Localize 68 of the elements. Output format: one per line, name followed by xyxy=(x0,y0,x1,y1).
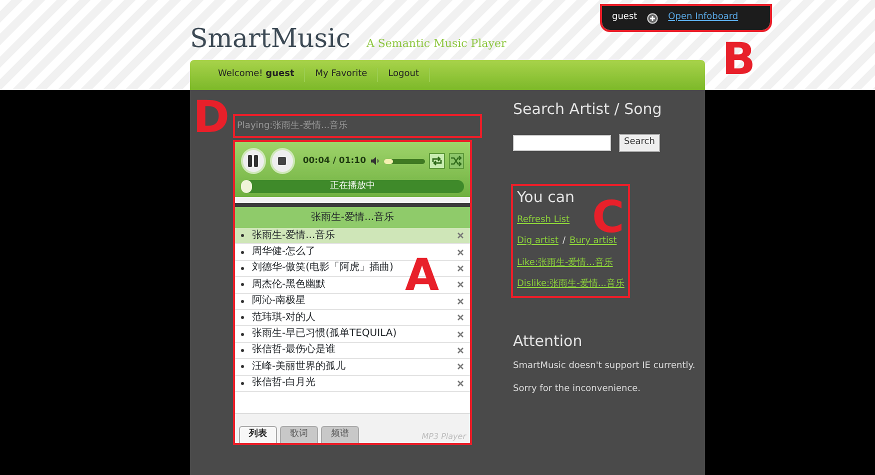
playlist-row[interactable]: 张雨生-爱情...音乐 xyxy=(235,228,470,244)
playlist-row[interactable]: 阿沁-南极星 xyxy=(235,294,470,310)
repeat-button[interactable] xyxy=(429,153,445,169)
remove-icon[interactable] xyxy=(457,380,464,387)
remove-icon[interactable] xyxy=(457,248,464,256)
search-heading: Search Artist / Song xyxy=(513,100,663,118)
bury-artist-link[interactable]: Bury artist xyxy=(570,235,617,248)
nav-link[interactable]: Welcome! guest xyxy=(208,68,306,82)
stop-button[interactable] xyxy=(270,148,295,174)
pause-icon xyxy=(247,154,260,168)
open-infoboard-link[interactable]: Open Infoboard xyxy=(668,11,738,25)
song-title: 周华健-怎么了 xyxy=(252,247,316,258)
remove-icon[interactable] xyxy=(457,314,464,322)
repeat-icon xyxy=(431,155,444,167)
song-title: 范玮琪-对的人 xyxy=(252,312,316,323)
attention-text: Sorry for the inconvenience. xyxy=(513,383,642,396)
song-title: 张信哲-最伤心是谁 xyxy=(252,345,336,356)
search-button[interactable]: Search xyxy=(619,134,660,152)
actions-heading: You can xyxy=(517,188,576,206)
remove-icon[interactable] xyxy=(457,264,464,272)
playlist-row[interactable]: 范玮琪-对的人 xyxy=(235,310,470,326)
shuffle-icon xyxy=(450,155,462,167)
player-tab[interactable]: 列表 xyxy=(239,426,277,443)
time-display: 00:04 / 01:10 xyxy=(302,154,366,168)
remove-icon[interactable] xyxy=(457,330,464,338)
progress-bar[interactable]: 正在播放中 xyxy=(241,180,464,193)
song-title: 阿沁-南极星 xyxy=(252,296,306,306)
dislike-link[interactable]: Dislike:张雨生-爱情...音乐 xyxy=(517,279,624,289)
playlist-title: 张雨生-爱情...音乐 xyxy=(235,203,470,228)
refresh-list-link[interactable]: Refresh List xyxy=(517,214,570,224)
tagline: A Semantic Music Player xyxy=(366,36,506,52)
annotation-label: C xyxy=(592,200,624,236)
stop-icon xyxy=(277,156,288,166)
now-playing-text: Playing:张雨生-爱情...音乐 xyxy=(235,116,480,136)
playlist-row[interactable]: 张雨生-早已习惯(孤单TEQUILA) xyxy=(235,326,470,343)
remove-icon[interactable] xyxy=(457,281,464,288)
username: guest xyxy=(612,11,638,24)
attention-heading: Attention xyxy=(513,332,584,350)
plus-icon xyxy=(647,12,658,24)
shuffle-button[interactable] xyxy=(448,153,464,169)
song-title: 刘德华-傲笑(电影「阿虎」插曲) xyxy=(252,263,394,274)
song-title: 张雨生-早已习惯(孤单TEQUILA) xyxy=(252,329,397,340)
remove-icon[interactable] xyxy=(457,232,464,240)
remove-icon[interactable] xyxy=(457,363,464,370)
remove-icon[interactable] xyxy=(457,298,464,305)
speaker-icon xyxy=(370,156,380,166)
annotation-label: B xyxy=(722,42,756,78)
song-title: 张信哲-白月光 xyxy=(252,378,316,388)
song-title: 张雨生-爱情...音乐 xyxy=(252,230,336,241)
volume-slider[interactable] xyxy=(384,158,426,164)
nav-link[interactable]: Logout xyxy=(378,68,430,82)
remove-icon[interactable] xyxy=(457,346,464,354)
site-logo: SmartMusic xyxy=(190,26,350,52)
attention-text: SmartMusic doesn't support IE currently. xyxy=(513,360,696,372)
like-link[interactable]: Like:张雨生-爱情...音乐 xyxy=(517,258,613,268)
nav-link[interactable]: My Favorite xyxy=(305,68,378,82)
player-tab[interactable]: 歌词 xyxy=(280,426,318,443)
playlist-row[interactable]: 张信哲-最伤心是谁 xyxy=(235,342,470,360)
song-title: 汪峰-美丽世界的孤儿 xyxy=(252,362,346,372)
playlist-row[interactable]: 汪峰-美丽世界的孤儿 xyxy=(235,359,470,376)
song-title: 周杰伦-黑色幽默 xyxy=(252,280,326,290)
separator: / xyxy=(562,235,566,248)
search-field[interactable] xyxy=(513,134,611,151)
pause-button[interactable] xyxy=(241,148,266,174)
player-tab[interactable]: 频谱 xyxy=(321,426,359,443)
annotation-label: D xyxy=(193,100,230,136)
dig-artist-link[interactable]: Dig artist xyxy=(517,235,558,248)
playlist-row[interactable]: 张信哲-白月光 xyxy=(235,376,470,392)
